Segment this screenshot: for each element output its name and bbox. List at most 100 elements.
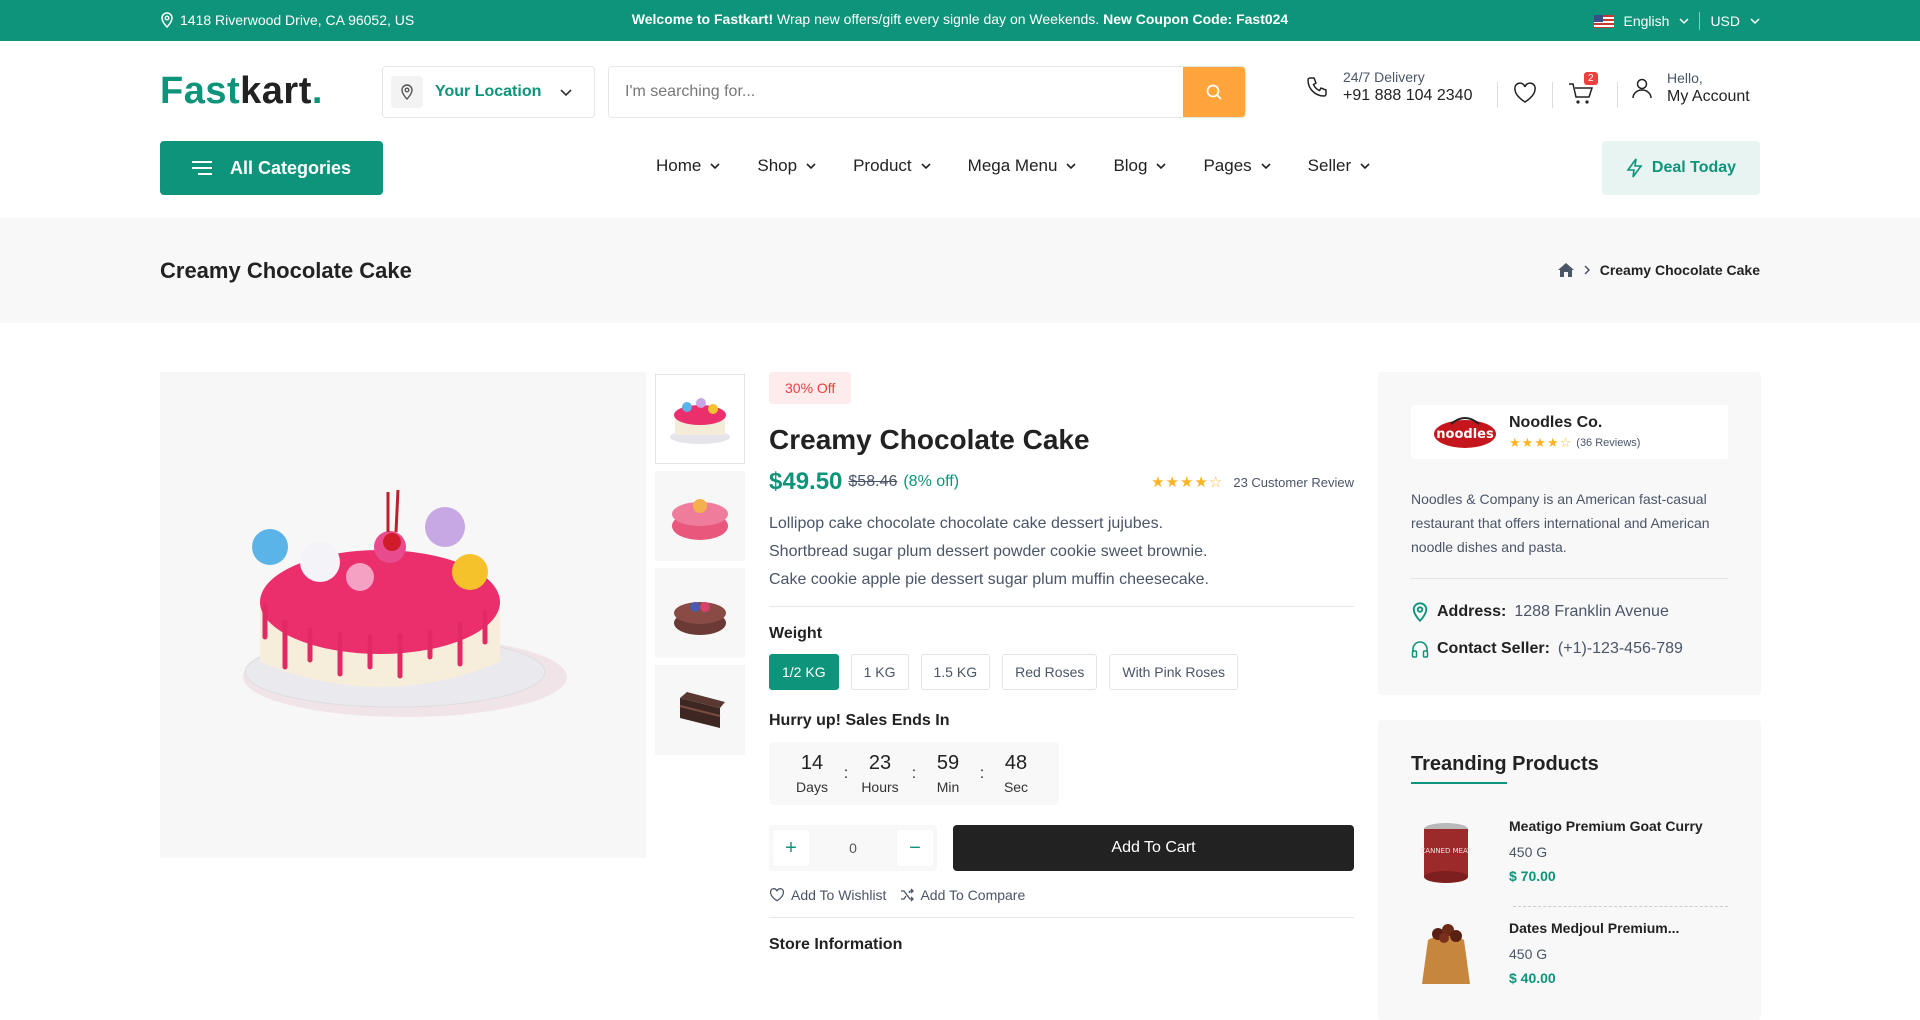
all-categories-button[interactable]: All Categories — [160, 141, 383, 195]
delivery-label: 24/7 Delivery — [1343, 69, 1425, 85]
logo-part-b: kart — [240, 70, 312, 112]
weight-option-pink-roses[interactable]: With Pink Roses — [1109, 654, 1239, 690]
chevron-down-icon[interactable] — [1750, 16, 1760, 26]
cake-thumbnail — [679, 692, 725, 728]
chevron-down-icon — [1066, 163, 1077, 170]
chevron-down-icon — [921, 163, 931, 170]
breadcrumb: Creamy Chocolate Cake — [1557, 262, 1760, 278]
nav-item-product[interactable]: Product — [853, 156, 932, 176]
quantity-value[interactable]: 0 — [849, 840, 857, 856]
chevron-down-icon — [806, 163, 816, 170]
nav-item-blog[interactable]: Blog — [1113, 156, 1167, 176]
trending-products: Treanding Products CANNED MEAT Meatigo P… — [1378, 720, 1761, 1020]
nav-item-pages[interactable]: Pages — [1203, 156, 1271, 176]
weight-option-red-roses[interactable]: Red Roses — [1002, 654, 1098, 690]
home-icon[interactable] — [1557, 263, 1574, 277]
store-info-heading: Store Information — [769, 936, 903, 953]
divider — [1699, 12, 1701, 30]
main-product-image[interactable] — [160, 372, 646, 858]
chevron-down-icon — [1261, 163, 1271, 170]
trending-price: $ 40.00 — [1509, 970, 1556, 986]
old-price: $58.46 — [848, 473, 898, 490]
deal-today-button[interactable]: Deal Today — [1602, 141, 1760, 195]
timer-unit: Min — [936, 779, 960, 795]
vendor-contact: Contact Seller: (+1)-123-456-789 — [1411, 640, 1683, 658]
currency-select[interactable]: USD — [1710, 13, 1740, 29]
product-description: Lollipop cake chocolate chocolate cake d… — [769, 510, 1354, 594]
location-icon — [391, 76, 423, 108]
trending-title: Treanding Products — [1411, 753, 1599, 775]
thumbnail-4[interactable] — [655, 665, 745, 755]
nav-label: Seller — [1307, 156, 1352, 175]
timer-value: 48 — [1004, 752, 1028, 774]
percent-off: (8% off) — [903, 473, 960, 490]
weight-option-half-kg[interactable]: 1/2 KG — [769, 654, 839, 690]
contact-label: Contact Seller: — [1437, 640, 1550, 657]
discount-badge: 30% Off — [769, 372, 852, 404]
delivery-info[interactable]: 24/7 Delivery +91 888 104 2340 — [1305, 69, 1472, 105]
chevron-down-icon[interactable] — [1679, 16, 1689, 26]
chevron-right-icon — [1584, 265, 1590, 275]
nav-item-shop[interactable]: Shop — [757, 156, 817, 176]
add-to-wishlist-link[interactable]: Add To Wishlist — [769, 887, 886, 903]
trending-name: Dates Medjoul Premium... — [1509, 920, 1680, 936]
welcome-bold: Welcome to Fastkart! — [631, 11, 774, 27]
weight-label: Weight — [769, 625, 823, 642]
coupon-code: New Coupon Code: Fast024 — [1103, 11, 1289, 27]
contact-value: (+1)-123-456-789 — [1557, 640, 1683, 657]
nav-label: Pages — [1203, 156, 1252, 175]
trending-name: Meatigo Premium Goat Curry — [1509, 818, 1703, 834]
trending-item[interactable]: Dates Medjoul Premium... 450 G $ 40.00 — [1411, 920, 1728, 990]
page-title: Creamy Chocolate Cake — [160, 258, 412, 283]
nav-item-mega-menu[interactable]: Mega Menu — [968, 156, 1078, 176]
product-price: $49.50 — [769, 468, 843, 495]
thumbnail-3[interactable] — [655, 568, 745, 658]
nav-label: Shop — [757, 156, 798, 175]
logo-text: noodles — [1436, 427, 1494, 442]
account-menu[interactable]: Hello, My Account — [1631, 70, 1750, 106]
divider — [769, 606, 1354, 607]
weight-option-1-5kg[interactable]: 1.5 KG — [920, 654, 991, 690]
language-select[interactable]: English — [1624, 13, 1670, 29]
decrement-button[interactable]: − — [896, 830, 933, 866]
location-selector[interactable]: Your Location — [382, 66, 595, 118]
user-icon — [1632, 78, 1652, 99]
sack-image — [1422, 924, 1470, 984]
cake-thumbnail — [672, 499, 728, 540]
review-count[interactable]: 23 Customer Review — [1233, 475, 1354, 490]
site-header: Fastkart. Your Location 24/7 Delivery +91… — [0, 41, 1920, 216]
add-to-cart-button[interactable]: Add To Cart — [953, 825, 1354, 871]
search-input[interactable] — [609, 67, 1185, 117]
breadcrumb-current: Creamy Chocolate Cake — [1599, 262, 1760, 278]
nav-item-seller[interactable]: Seller — [1308, 156, 1371, 176]
wishlist-button[interactable] — [1513, 82, 1537, 109]
thumbnail-2[interactable] — [655, 471, 745, 561]
vendor-card[interactable]: noodles Noodles Co. ★★★★☆ (36 Reviews) — [1411, 405, 1728, 459]
description-line: Cake cookie apple pie dessert sugar plum… — [769, 571, 1209, 588]
cart-icon — [1569, 83, 1594, 104]
thumbnail-1[interactable] — [655, 374, 745, 464]
product-rating: ★★★★☆ 23 Customer Review — [1151, 473, 1354, 491]
heart-icon — [769, 888, 785, 902]
location-icon — [1412, 602, 1428, 622]
thumbnail-list — [655, 374, 745, 762]
search-bar — [608, 66, 1246, 118]
trending-item[interactable]: CANNED MEAT Meatigo Premium Goat Curry 4… — [1411, 818, 1728, 888]
vendor-name: Noodles Co. — [1509, 413, 1603, 431]
nav-label: Home — [656, 156, 702, 175]
vendor-description: Noodles & Company is an American fast-ca… — [1411, 491, 1710, 555]
fastkart-logo[interactable]: Fastkart. — [160, 70, 323, 113]
cart-row: + 0 − Add To Cart — [769, 825, 1354, 871]
weight-option-1kg[interactable]: 1 KG — [850, 654, 909, 690]
cart-button[interactable]: 2 — [1568, 72, 1598, 111]
description-line: Shortbread sugar plum dessert powder coo… — [769, 543, 1208, 560]
timer-sec: 48 Sec — [987, 752, 1045, 795]
nav-item-home[interactable]: Home — [656, 156, 721, 176]
search-button[interactable] — [1183, 67, 1245, 117]
timer-unit: Days — [796, 779, 828, 795]
add-to-compare-link[interactable]: Add To Compare — [900, 887, 1025, 903]
location-label: Your Location — [435, 83, 542, 100]
cake-image — [243, 489, 567, 717]
address-value: 1288 Franklin Avenue — [1514, 603, 1669, 620]
increment-button[interactable]: + — [773, 830, 809, 866]
